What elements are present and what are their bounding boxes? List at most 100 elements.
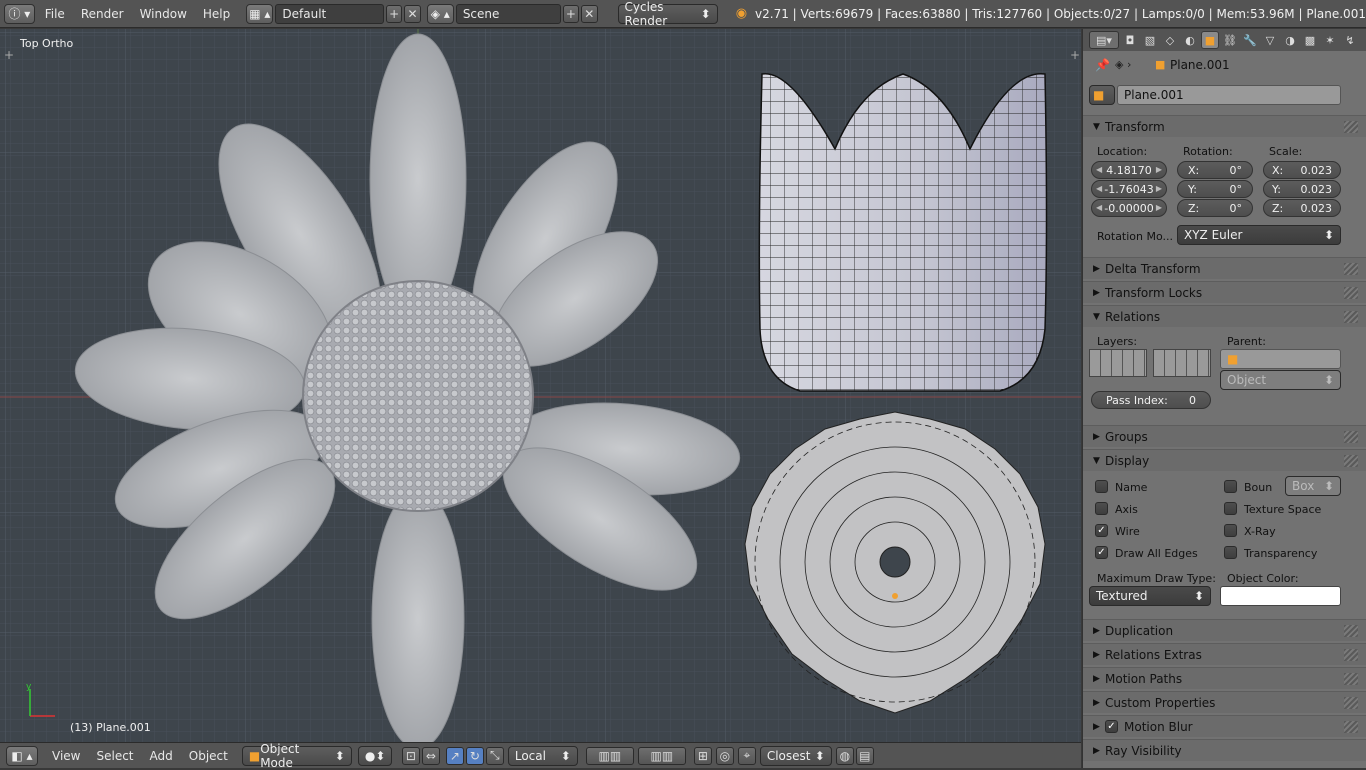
wire-checkbox[interactable]: ✓ bbox=[1095, 524, 1108, 537]
panel-display-header[interactable]: ▼ Display bbox=[1083, 449, 1366, 471]
screen-layout-field[interactable]: Default bbox=[275, 3, 384, 24]
location-x-field[interactable]: ◀ 4.18170 ▶ bbox=[1091, 161, 1167, 179]
max-draw-type-dropdown[interactable]: Textured ⬍ bbox=[1089, 586, 1211, 606]
name-checkbox[interactable] bbox=[1095, 480, 1108, 493]
parent-field[interactable]: ■ bbox=[1220, 349, 1341, 369]
transparency-checkbox[interactable] bbox=[1224, 546, 1237, 559]
grip-icon[interactable] bbox=[1344, 625, 1358, 637]
tab-physics[interactable]: ↯ bbox=[1341, 31, 1359, 49]
scene-selector[interactable]: ◈ ▴ bbox=[426, 3, 454, 24]
add-scene-button[interactable]: + bbox=[562, 4, 580, 23]
bounds-type-dropdown[interactable]: Box ⬍ bbox=[1285, 476, 1341, 496]
layers-grid-left[interactable] bbox=[1089, 349, 1147, 377]
motion-blur-checkbox[interactable]: ✓ bbox=[1105, 720, 1118, 733]
grip-icon[interactable] bbox=[1344, 697, 1358, 709]
scale-button[interactable]: ⤡ bbox=[485, 746, 504, 765]
rotation-z-field[interactable]: Z: 0° bbox=[1177, 199, 1253, 217]
rotation-y-field[interactable]: Y: 0° bbox=[1177, 180, 1253, 198]
object-color-swatch[interactable] bbox=[1220, 586, 1341, 606]
add-layout-button[interactable]: + bbox=[385, 4, 403, 23]
scale-y-field[interactable]: Y: 0.023 bbox=[1263, 180, 1341, 198]
proportional-edit-button[interactable]: ◎ bbox=[715, 746, 734, 765]
object-type-button[interactable]: ■ bbox=[1089, 85, 1115, 105]
tab-modifiers[interactable]: 🔧 bbox=[1241, 31, 1259, 49]
menu-add[interactable]: Add bbox=[150, 749, 173, 763]
3d-viewport[interactable]: y + + Top Ortho (13) Plane.001 bbox=[0, 29, 1081, 742]
mode-dropdown[interactable]: ■ Object Mode ⬍ bbox=[241, 742, 352, 770]
layers-grid-right[interactable] bbox=[1153, 349, 1211, 377]
info-editor-button[interactable]: ⓘ ▾ bbox=[4, 3, 35, 24]
location-y-field[interactable]: ◀ -1.76043 ▶ bbox=[1091, 180, 1167, 198]
menu-window[interactable]: Window bbox=[140, 7, 187, 21]
screen-layout-selector[interactable]: ▦ ▴ bbox=[246, 3, 274, 24]
rotation-mode-dropdown[interactable]: XYZ Euler ⬍ bbox=[1177, 225, 1341, 245]
panel-motion-paths-header[interactable]: ▶ Motion Paths bbox=[1083, 667, 1366, 689]
menu-object[interactable]: Object bbox=[189, 749, 228, 763]
pin-icon[interactable]: 📌 bbox=[1095, 58, 1110, 72]
panel-custom-properties-header[interactable]: ▶ Custom Properties bbox=[1083, 691, 1366, 713]
manipulator-toggle[interactable]: ⇔ bbox=[421, 746, 440, 765]
scale-z-field[interactable]: Z: 0.023 bbox=[1263, 199, 1341, 217]
tab-data[interactable]: ▽ bbox=[1261, 31, 1279, 49]
grip-icon[interactable] bbox=[1344, 455, 1358, 467]
render-button[interactable]: ◍ bbox=[835, 746, 854, 765]
draw-all-edges-checkbox[interactable]: ✓ bbox=[1095, 546, 1108, 559]
grip-icon[interactable] bbox=[1344, 287, 1358, 299]
viewport-canvas[interactable]: y + + bbox=[0, 29, 1081, 742]
parent-type-dropdown[interactable]: Object ⬍ bbox=[1220, 370, 1341, 390]
snap-target-dropdown[interactable]: Closest ⬍ bbox=[759, 745, 832, 766]
scene-field[interactable]: Scene bbox=[455, 3, 561, 24]
cup-mesh-model[interactable] bbox=[758, 73, 1048, 392]
tab-layers[interactable]: ▧ bbox=[1141, 31, 1159, 49]
tab-object[interactable]: ■ bbox=[1201, 31, 1219, 49]
translate-button[interactable]: ↗ bbox=[445, 746, 464, 765]
tab-material[interactable]: ◑ bbox=[1281, 31, 1299, 49]
texture-space-checkbox[interactable] bbox=[1224, 502, 1237, 515]
pass-index-field[interactable]: Pass Index: 0 bbox=[1091, 391, 1211, 409]
menu-file[interactable]: File bbox=[45, 7, 65, 21]
panel-relations-header[interactable]: ▼ Relations bbox=[1083, 305, 1366, 327]
tab-particles[interactable]: ✶ bbox=[1321, 31, 1339, 49]
grip-icon[interactable] bbox=[1344, 121, 1358, 133]
layers-grid-1[interactable]: ▥▥ bbox=[585, 746, 634, 765]
panel-motion-blur-header[interactable]: ▶ ✓ Motion Blur bbox=[1083, 715, 1366, 737]
panel-relations-extras-header[interactable]: ▶ Relations Extras bbox=[1083, 643, 1366, 665]
menu-help[interactable]: Help bbox=[203, 7, 230, 21]
lock-camera-button[interactable]: ⊞ bbox=[693, 746, 712, 765]
render-engine-dropdown[interactable]: Cycles Render ⬍ bbox=[617, 0, 718, 28]
orientation-dropdown[interactable]: Local ⬍ bbox=[507, 745, 578, 766]
location-z-field[interactable]: ◀ -0.00000 ▶ bbox=[1091, 199, 1167, 217]
editor-type-button[interactable]: ◧ ▴ bbox=[6, 745, 38, 766]
panel-transform-header[interactable]: ▼ Transform bbox=[1083, 115, 1366, 137]
remove-scene-button[interactable]: ✕ bbox=[581, 4, 598, 23]
panel-groups-header[interactable]: ▶ Groups bbox=[1083, 425, 1366, 447]
snap-button[interactable]: ⌖ bbox=[737, 746, 756, 765]
rotation-x-field[interactable]: X: 0° bbox=[1177, 161, 1253, 179]
tab-texture[interactable]: ▩ bbox=[1301, 31, 1319, 49]
plus-icon[interactable]: + bbox=[1070, 48, 1080, 62]
grip-icon[interactable] bbox=[1344, 311, 1358, 323]
opengl-render-button[interactable]: ▤ bbox=[855, 746, 874, 765]
panel-delta-transform-header[interactable]: ▶ Delta Transform bbox=[1083, 257, 1366, 279]
menu-select[interactable]: Select bbox=[96, 749, 133, 763]
tab-render[interactable]: ◘ bbox=[1121, 31, 1139, 49]
grip-icon[interactable] bbox=[1344, 673, 1358, 685]
grip-icon[interactable] bbox=[1344, 649, 1358, 661]
grip-icon[interactable] bbox=[1344, 431, 1358, 443]
panel-duplication-header[interactable]: ▶ Duplication bbox=[1083, 619, 1366, 641]
tab-scene[interactable]: ◇ bbox=[1161, 31, 1179, 49]
rotate-button[interactable]: ↻ bbox=[465, 746, 484, 765]
grip-icon[interactable] bbox=[1344, 263, 1358, 275]
shading-dropdown[interactable]: ● ⬍ bbox=[357, 745, 392, 766]
axis-checkbox[interactable] bbox=[1095, 502, 1108, 515]
object-name-input[interactable]: Plane.001 bbox=[1117, 85, 1341, 105]
pivot-button[interactable]: ⊡ bbox=[401, 746, 420, 765]
menu-render[interactable]: Render bbox=[81, 7, 124, 21]
editor-type-button[interactable]: ▤▾ bbox=[1089, 31, 1119, 49]
panel-transform-locks-header[interactable]: ▶ Transform Locks bbox=[1083, 281, 1366, 303]
bounds-checkbox[interactable] bbox=[1224, 480, 1237, 493]
remove-layout-button[interactable]: ✕ bbox=[404, 4, 421, 23]
tab-constraints[interactable]: ⛓ bbox=[1221, 31, 1239, 49]
plus-icon[interactable]: + bbox=[4, 48, 14, 62]
menu-view[interactable]: View bbox=[52, 749, 80, 763]
